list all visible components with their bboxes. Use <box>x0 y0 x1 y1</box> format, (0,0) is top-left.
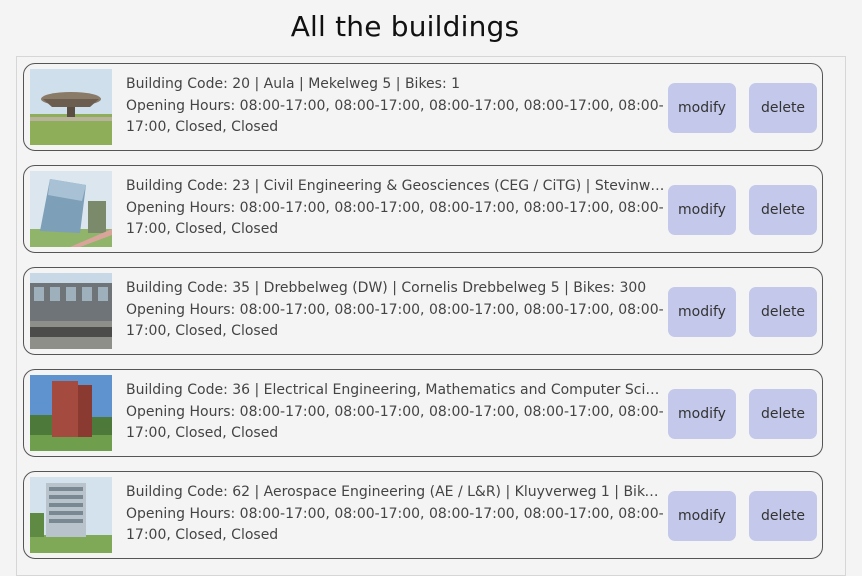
delete-button[interactable]: delete <box>749 83 817 133</box>
delete-button[interactable]: delete <box>749 287 817 337</box>
building-card: Building Code: 35 | Drebbelweg (DW) | Co… <box>23 267 823 355</box>
building-card: Building Code: 20 | Aula | Mekelweg 5 | … <box>23 63 823 151</box>
building-info: Building Code: 36 | Electrical Engineeri… <box>126 380 666 445</box>
building-info: Building Code: 35 | Drebbelweg (DW) | Co… <box>126 278 666 343</box>
building-photo <box>30 273 112 349</box>
building-hours: Opening Hours: 08:00-17:00, 08:00-17:00,… <box>126 301 664 340</box>
building-hours: Opening Hours: 08:00-17:00, 08:00-17:00,… <box>126 97 664 136</box>
building-summary: Building Code: 36 | Electrical Engineeri… <box>126 382 666 398</box>
building-summary: Building Code: 20 | Aula | Mekelweg 5 | … <box>126 76 461 92</box>
building-hours: Opening Hours: 08:00-17:00, 08:00-17:00,… <box>126 505 664 544</box>
delete-button[interactable]: delete <box>749 491 817 541</box>
building-info: Building Code: 20 | Aula | Mekelweg 5 | … <box>126 74 666 139</box>
page-title: All the buildings <box>290 10 520 43</box>
building-card: Building Code: 62 | Aerospace Engineerin… <box>23 471 823 559</box>
building-photo <box>30 375 112 451</box>
delete-button[interactable]: delete <box>749 185 817 235</box>
modify-button[interactable]: modify <box>668 83 736 133</box>
building-summary: Building Code: 62 | Aerospace Engineerin… <box>126 484 666 500</box>
building-info: Building Code: 23 | Civil Engineering & … <box>126 176 666 241</box>
building-list[interactable]: Building Code: 20 | Aula | Mekelweg 5 | … <box>16 56 846 576</box>
building-card: Building Code: 23 | Civil Engineering & … <box>23 165 823 253</box>
building-photo <box>30 477 112 553</box>
building-summary: Building Code: 35 | Drebbelweg (DW) | Co… <box>126 280 647 296</box>
building-photo <box>30 171 112 247</box>
building-hours: Opening Hours: 08:00-17:00, 08:00-17:00,… <box>126 199 664 238</box>
building-photo <box>30 69 112 145</box>
modify-button[interactable]: modify <box>668 491 736 541</box>
building-info: Building Code: 62 | Aerospace Engineerin… <box>126 482 666 547</box>
modify-button[interactable]: modify <box>668 185 736 235</box>
building-card: Building Code: 36 | Electrical Engineeri… <box>23 369 823 457</box>
delete-button[interactable]: delete <box>749 389 817 439</box>
modify-button[interactable]: modify <box>668 287 736 337</box>
building-hours: Opening Hours: 08:00-17:00, 08:00-17:00,… <box>126 403 664 442</box>
building-summary: Building Code: 23 | Civil Engineering & … <box>126 178 666 194</box>
modify-button[interactable]: modify <box>668 389 736 439</box>
